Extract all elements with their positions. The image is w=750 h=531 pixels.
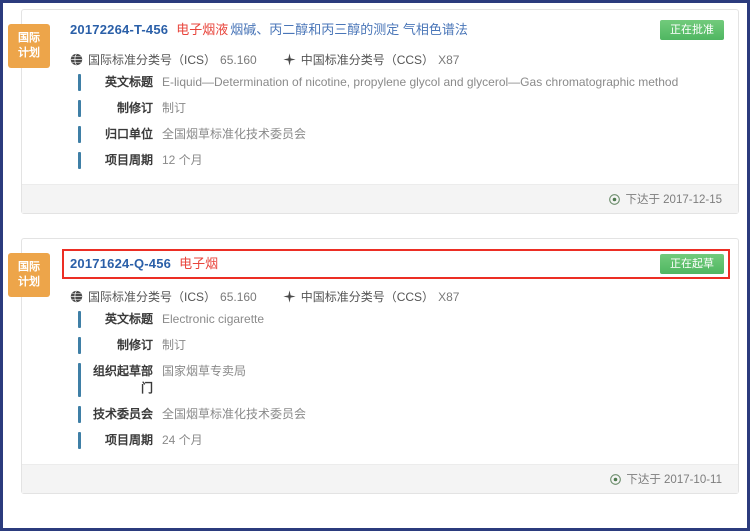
classification-item: 中国标准分类号（CCS） X87 — [283, 288, 460, 305]
detail-marker-bar — [78, 432, 81, 449]
standard-title[interactable]: 20171624-Q-456 电子烟 — [70, 254, 220, 273]
detail-value: 24 个月 — [162, 433, 203, 447]
detail-marker-bar — [78, 406, 81, 423]
detail-value: 制订 — [162, 338, 187, 352]
classification-label: 国际标准分类号（ICS） — [88, 53, 217, 67]
detail-value: Electronic cigarette — [162, 312, 265, 326]
detail-label: 英文标题 — [104, 75, 153, 89]
classification-value: X87 — [438, 289, 460, 304]
detail-marker-bar — [78, 337, 81, 354]
detail-label: 项目周期 — [104, 153, 153, 167]
standard-detail-row: 归口单位 全国烟草标准化技术委员会 — [78, 126, 724, 143]
classification-row: 国际标准分类号（ICS） 65.160 中国标准分类号（CCS） X87 — [70, 288, 724, 305]
standard-detail-row: 组织起草部门 国家烟草专卖局 — [78, 363, 724, 397]
detail-value: 12 个月 — [162, 153, 203, 167]
detail-marker-bar — [78, 311, 81, 328]
detail-value: 国家烟草专卖局 — [162, 364, 247, 378]
status-badge: 正在起草 — [660, 254, 724, 274]
standard-card[interactable]: 国际计划 20171624-Q-456 电子烟 正在起草国际标准分类号（ICS） 65.… — [8, 238, 739, 494]
plan-type-badge-line1: 国际 — [18, 32, 40, 44]
detail-label: 英文标题 — [104, 312, 153, 326]
plan-type-badge-line1: 国际 — [18, 261, 40, 273]
detail-marker-bar — [78, 152, 81, 169]
standard-detail-row: 项目周期 24 个月 — [78, 432, 724, 449]
detail-value: E-liquid—Determination of nicotine, prop… — [162, 75, 679, 89]
classification-item: 国际标准分类号（ICS） 65.160 — [70, 288, 257, 305]
standard-title-row[interactable]: 20171624-Q-456 电子烟 正在起草 — [62, 249, 730, 279]
globe-icon — [70, 53, 83, 66]
standard-number: 20172264-T-456 — [70, 22, 169, 37]
plan-type-badge: 国际 计划 — [8, 24, 50, 68]
standard-name-suffix: 烟碱、丙二醇和丙三醇的测定 气相色谱法 — [230, 22, 468, 37]
classification-value: 65.160 — [220, 289, 257, 304]
clock-icon — [609, 193, 621, 205]
detail-label: 制修订 — [116, 338, 153, 352]
standard-number: 20171624-Q-456 — [70, 256, 172, 271]
detail-value: 全国烟草标准化技术委员会 — [162, 127, 307, 141]
standard-name: 电子烟 — [179, 256, 219, 271]
standard-detail-row: 技术委员会 全国烟草标准化技术委员会 — [78, 406, 724, 423]
clock-icon — [610, 473, 622, 485]
standard-card[interactable]: 国际计划 20172264-T-456 电子烟液 烟碱、丙二醇和丙三醇的测定 气相色谱… — [8, 9, 739, 214]
detail-value: 全国烟草标准化技术委员会 — [162, 407, 307, 421]
detail-marker-bar — [78, 363, 81, 397]
detail-label: 组织起草部门 — [92, 364, 153, 395]
plan-type-badge-line2: 计划 — [18, 276, 40, 288]
plan-type-badge: 国际 计划 — [8, 253, 50, 297]
standard-name: 电子烟液 — [176, 22, 229, 37]
detail-label: 制修订 — [116, 101, 153, 115]
standard-detail-row: 英文标题 Electronic cigarette — [78, 311, 724, 328]
detail-label: 技术委员会 — [92, 407, 153, 421]
plan-type-badge-line2: 计划 — [18, 47, 40, 59]
detail-value: 制订 — [162, 101, 187, 115]
detail-marker-bar — [78, 126, 81, 143]
detail-marker-bar — [78, 100, 81, 117]
standard-detail-list: 英文标题 Electronic cigarette 制修订 制订 组织起草部门 国家烟草专… — [70, 311, 724, 449]
detail-label: 归口单位 — [104, 127, 153, 141]
classification-value: 65.160 — [220, 52, 257, 67]
classification-label: 国际标准分类号（ICS） — [88, 290, 217, 304]
classification-item: 国际标准分类号（ICS） 65.160 — [70, 51, 257, 68]
issued-date-text: 下达于 2017-10-11 — [626, 474, 722, 486]
classification-row: 国际标准分类号（ICS） 65.160 中国标准分类号（CCS） X87 — [70, 51, 724, 68]
status-badge: 正在批准 — [660, 20, 724, 40]
standard-detail-row: 制修订 制订 — [78, 100, 724, 117]
card-footer: 下达于 2017-10-11 — [22, 464, 738, 493]
standard-card-body: 国际计划 20172264-T-456 电子烟液 烟碱、丙二醇和丙三醇的测定 气相色谱… — [8, 10, 738, 184]
issued-date-text: 下达于 2017-12-15 — [625, 194, 722, 206]
standard-card-body: 国际计划 20171624-Q-456 电子烟 正在起草国际标准分类号（ICS） 65.… — [8, 239, 738, 464]
results-page-frame: 国际 计划 20172264-T-456 电子烟液 烟碱、丙二醇和丙三醇的测定 气相色谱… — [0, 0, 750, 531]
globe-icon — [70, 290, 83, 303]
standard-detail-list: 英文标题 E-liquid—Determination of nicotine, … — [70, 74, 724, 169]
standard-detail-row: 制修订 制订 — [78, 337, 724, 354]
classification-value: X87 — [438, 52, 460, 67]
detail-marker-bar — [78, 74, 81, 91]
card-footer: 下达于 2017-12-15 — [22, 184, 738, 213]
standards-results-list: 国际 计划 20172264-T-456 电子烟液 烟碱、丙二醇和丙三醇的测定 气相色谱… — [8, 9, 739, 522]
classification-item: 中国标准分类号（CCS） X87 — [283, 51, 460, 68]
detail-label: 项目周期 — [104, 433, 153, 447]
classification-label: 中国标准分类号（CCS） — [300, 290, 435, 304]
standard-detail-row: 英文标题 E-liquid—Determination of nicotine, … — [78, 74, 724, 91]
compass-icon — [283, 53, 296, 66]
standard-detail-row: 项目周期 12 个月 — [78, 152, 724, 169]
standard-title[interactable]: 20172264-T-456 电子烟液 烟碱、丙二醇和丙三醇的测定 气相色谱法 — [70, 20, 468, 39]
compass-icon — [283, 290, 296, 303]
standard-title-row[interactable]: 20172264-T-456 电子烟液 烟碱、丙二醇和丙三醇的测定 气相色谱法 正在批… — [70, 20, 724, 42]
classification-label: 中国标准分类号（CCS） — [300, 53, 435, 67]
